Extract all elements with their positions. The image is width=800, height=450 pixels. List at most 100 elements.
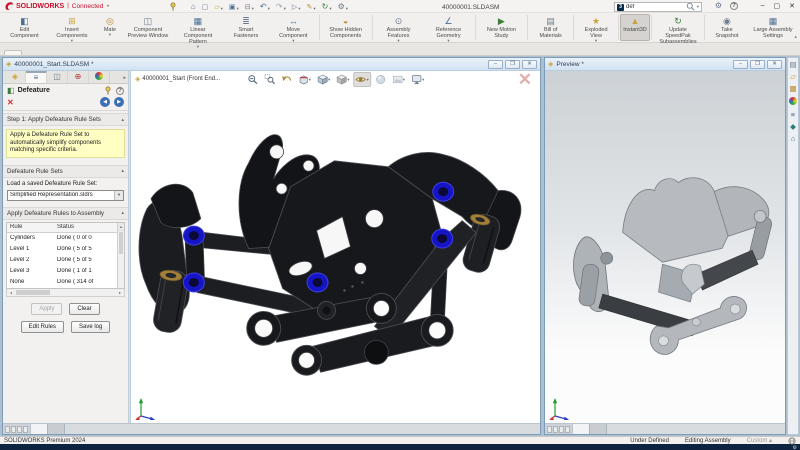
command-tab[interactable]	[99, 50, 117, 55]
ribbon-button[interactable]: ★ Exploded View ▾	[575, 14, 617, 41]
ribbon-button[interactable]: ↔ Move Component ▾	[269, 14, 318, 41]
table-row[interactable]: None Done ( 314 of	[7, 277, 124, 288]
window-close-button[interactable]: ✕	[522, 60, 537, 69]
window-close-button[interactable]: ✕	[767, 60, 782, 69]
scrollbar-thumb[interactable]	[16, 290, 50, 295]
search-input[interactable]	[626, 4, 684, 10]
task-pane-button[interactable]: ▱	[790, 73, 796, 81]
quick-access-button[interactable]: ↷▾	[276, 2, 286, 11]
ribbon-button[interactable]: ◉ Take Snapshot ▾	[706, 14, 748, 41]
model-tab[interactable]	[590, 424, 607, 434]
search-box[interactable]: 3 ▾	[614, 2, 702, 12]
task-pane-button[interactable]: ◆	[790, 123, 796, 131]
document-tab[interactable]: ◈ 40000001_Start (Front End...	[135, 76, 220, 83]
back-icon[interactable]: ◀	[100, 97, 110, 107]
quick-access-button[interactable]: ✎▾	[307, 2, 316, 11]
manager-tab[interactable]: ⊕	[68, 71, 89, 83]
view-tool-button[interactable]: ▾	[409, 72, 426, 87]
scroll-right-icon[interactable]: ▸	[116, 290, 124, 295]
graphics-area[interactable]: ◈ 40000001_Start (Front End... ▾▾▾▾▾▾▾▾▾…	[131, 71, 540, 423]
window-restore-button[interactable]: ❐	[505, 60, 520, 69]
manager-tab[interactable]: ◫	[47, 71, 68, 83]
close-button[interactable]: ✕	[789, 2, 795, 10]
view-tool-button[interactable]: ▾	[245, 72, 260, 87]
ribbon-button[interactable]: ▦ Linear Component Pattern ▾	[173, 14, 223, 41]
ribbon-button[interactable]: ▦ Large Assembly Settings ▾	[748, 14, 798, 41]
preview-caption-bar[interactable]: ◈ Preview * – ❐ ✕	[545, 58, 785, 71]
quick-access-button[interactable]: ⊟▾	[245, 2, 254, 11]
view-tool-button[interactable]: ▾	[315, 72, 332, 87]
search-dropdown-caret[interactable]: ▾	[697, 5, 699, 9]
quick-access-button[interactable]: ▷▾	[292, 2, 301, 11]
view-tool-button[interactable]: ▾	[373, 72, 388, 87]
help-icon[interactable]: ?	[730, 2, 738, 10]
section-header-apply-rules[interactable]: Apply Defeature Rules to Assembly▴	[3, 207, 128, 220]
view-tool-button[interactable]: ▾	[296, 72, 313, 87]
edit-rules-button[interactable]: Edit Rules	[21, 321, 64, 333]
table-row[interactable]: Cylinders Done ( 0 of 0	[7, 233, 124, 244]
scroll-left-icon[interactable]: ◂	[7, 290, 15, 295]
manager-tab[interactable]	[89, 71, 110, 83]
ribbon-button[interactable]: ▤ Bill of Materials ▾	[529, 14, 572, 41]
ribbon-button[interactable]: ⊙ Assembly Features ▾	[374, 14, 424, 41]
view-tool-button[interactable]: ▾	[390, 72, 407, 87]
menu-expand-arrow[interactable]: ▸	[107, 3, 110, 9]
command-tab[interactable]	[4, 50, 22, 55]
rule-set-dropdown[interactable]: Simplified Representation.sldrs ▾	[7, 190, 124, 201]
task-pane-button[interactable]: ≡	[791, 111, 795, 119]
quick-access-button[interactable]: ⌂▾	[191, 2, 196, 11]
forward-icon[interactable]: ▶	[114, 97, 124, 107]
pushpin-icon[interactable]	[104, 86, 112, 95]
command-tab[interactable]	[80, 50, 98, 55]
quick-access-button[interactable]: ▢▾	[202, 2, 209, 11]
view-tool-button[interactable]: ▾	[354, 72, 371, 87]
maximize-button[interactable]: ▢	[774, 2, 781, 10]
view-tool-button[interactable]: ▾	[262, 72, 277, 87]
cancel-button[interactable]: ✕	[7, 98, 14, 107]
quick-access-button[interactable]: ↶▾	[260, 2, 270, 11]
model-tab[interactable]	[48, 424, 65, 434]
search-icon[interactable]	[686, 2, 695, 11]
pushpin-icon[interactable]	[169, 2, 177, 11]
command-tab[interactable]	[23, 50, 41, 55]
navy-gear-icon[interactable]: ⚙	[793, 444, 797, 450]
view-tool-button[interactable]: ▾	[334, 72, 351, 87]
quick-access-button[interactable]: ▣▾	[229, 2, 239, 11]
save-log-button[interactable]: Save log	[71, 321, 110, 333]
command-tab[interactable]	[42, 50, 60, 55]
apply-button[interactable]: Apply	[31, 303, 62, 315]
view-tool-button[interactable]: ▾	[279, 72, 294, 87]
model-tab[interactable]	[573, 424, 590, 434]
ribbon-button[interactable]: ▶ New Motion Study ▾	[476, 14, 526, 41]
preview-graphics-area[interactable]	[545, 71, 785, 423]
window-minimize-button[interactable]: –	[488, 60, 503, 69]
table-row[interactable]: Level 2 Done ( 5 of 5	[7, 255, 124, 266]
ribbon-button[interactable]: ◫ Component Preview Window ▾	[123, 14, 173, 41]
ribbon-button[interactable]: ◒ Show Hidden Components ▾	[321, 14, 371, 41]
minimize-button[interactable]: –	[761, 2, 765, 10]
units-dropdown[interactable]: Custom ▴	[747, 437, 772, 444]
quick-access-button[interactable]: ▱▾	[214, 2, 223, 11]
window-minimize-button[interactable]: –	[733, 60, 748, 69]
clear-button[interactable]: Clear	[69, 303, 99, 315]
model-tab[interactable]	[31, 424, 48, 434]
manager-tab[interactable]: ◈	[5, 71, 26, 83]
options-gear-icon[interactable]: ⚙	[715, 2, 722, 10]
table-horizontal-scrollbar[interactable]: ◂ ▸	[6, 289, 125, 297]
ribbon-button[interactable]: ≣ Smart Fasteners ▾	[223, 14, 269, 41]
ribbon-button[interactable]: ∠ Reference Geometry ▾	[424, 14, 474, 41]
quick-access-button[interactable]: ⚙▾	[338, 2, 348, 11]
quick-access-button[interactable]: ↻▾	[322, 2, 332, 11]
task-pane-button[interactable]: ▦	[789, 85, 796, 93]
task-pane-button[interactable]: ▤	[789, 61, 796, 69]
ribbon-collapse-arrow[interactable]: ▴	[794, 34, 797, 40]
table-vertical-scrollbar[interactable]	[117, 223, 124, 288]
ribbon-button[interactable]: ⊞ Insert Components ▾	[47, 14, 97, 41]
manager-tab[interactable]: ≡	[26, 71, 47, 83]
preview-assembly-model[interactable]	[545, 71, 785, 423]
ribbon-button[interactable]: ↻ Update SpeedPak Subassemblies ▾	[653, 14, 703, 41]
command-tab[interactable]	[61, 50, 79, 55]
section-header-step1[interactable]: Step 1: Apply Defeature Rule Sets▴	[3, 113, 128, 126]
help-icon[interactable]: ?	[116, 87, 124, 95]
ribbon-button[interactable]: ◧ Edit Component ▾	[2, 14, 47, 41]
